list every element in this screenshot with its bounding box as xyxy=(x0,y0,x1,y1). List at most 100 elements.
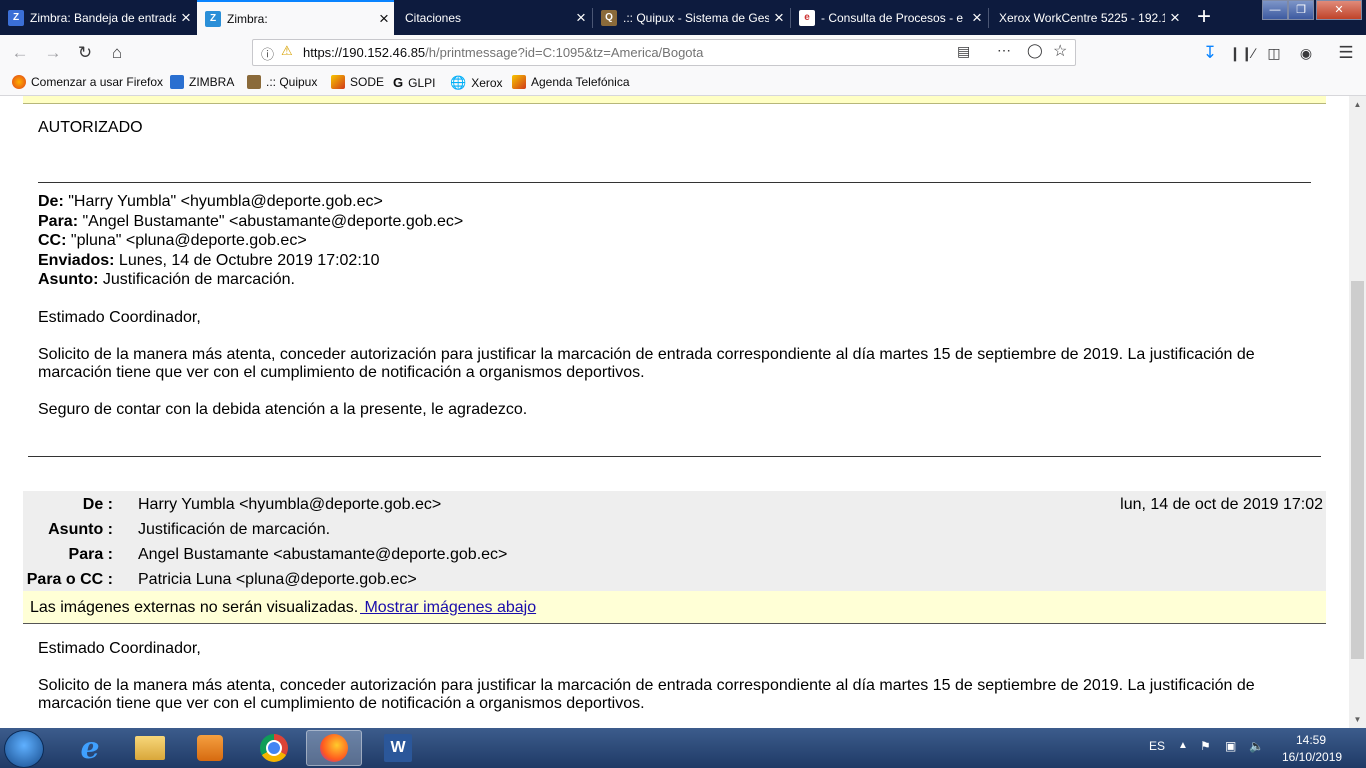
sode-icon xyxy=(331,75,345,89)
minimize-button[interactable]: — xyxy=(1262,0,1288,20)
bookmark-sode[interactable]: SODE xyxy=(331,75,384,89)
url-path: /h/printmessage?id=C:1095&tz=America/Bog… xyxy=(425,45,704,60)
library-icon[interactable]: ❙❙∕ xyxy=(1229,41,1255,65)
close-tab-icon[interactable]: × xyxy=(176,8,196,28)
tab-quipux[interactable]: Q .:: Quipux - Sistema de Gestión × xyxy=(593,0,789,35)
windows-taskbar: e W ES ▲ ⚑ ▣ 🔈 14:59 16/10/2019 xyxy=(0,728,1366,768)
message-date: lun, 14 de oct de 2019 17:02 xyxy=(1120,496,1323,513)
quoted-from: De: "Harry Yumbla" <hyumbla@deporte.gob.… xyxy=(38,193,383,211)
download-icon[interactable]: ↧ xyxy=(1198,41,1222,65)
quote-divider xyxy=(38,182,1311,183)
home-icon[interactable]: ⌂ xyxy=(105,41,129,65)
start-button[interactable] xyxy=(4,730,44,768)
external-images-notice: Las imágenes externas no serán visualiza… xyxy=(23,591,1326,624)
volume-icon[interactable]: 🔈 xyxy=(1249,739,1264,753)
tab-zimbra-inbox[interactable]: Z Zimbra: Bandeja de entrada × xyxy=(0,0,196,35)
bookmark-zimbra[interactable]: ZIMBRA xyxy=(170,75,234,89)
clock-date[interactable]: 16/10/2019 xyxy=(1282,750,1342,764)
tab-zimbra-print[interactable]: Z Zimbra: × xyxy=(197,0,394,35)
close-window-button[interactable]: ✕ xyxy=(1316,0,1362,20)
scrollbar-thumb[interactable] xyxy=(1351,281,1364,659)
close-tab-icon[interactable]: × xyxy=(571,8,591,28)
tab-consulta[interactable]: e - Consulta de Procesos - e × xyxy=(791,0,987,35)
bookmark-label: Agenda Telefónica xyxy=(531,75,630,89)
quoted-subject-value: Justificación de marcación. xyxy=(102,271,295,288)
tab-title: - Consulta de Procesos - e xyxy=(821,10,964,25)
tab-title: Citaciones xyxy=(405,10,462,25)
bookmark-glpi[interactable]: G GLPI xyxy=(393,75,435,90)
quoted-sent-label: Enviados: xyxy=(38,252,115,269)
language-indicator[interactable]: ES xyxy=(1149,739,1165,753)
reply-text: AUTORIZADO xyxy=(38,119,143,136)
action-center-flag-icon[interactable]: ⚑ xyxy=(1200,739,1211,753)
new-tab-button[interactable]: + xyxy=(1190,0,1218,35)
tab-title: Zimbra: xyxy=(227,11,268,26)
subject-label: Asunto : xyxy=(48,521,113,538)
show-images-link[interactable]: Mostrar imágenes abajo xyxy=(360,599,536,617)
body-line1: Solicito de la manera más atenta, conced… xyxy=(38,677,1255,694)
network-icon[interactable]: ▣ xyxy=(1225,739,1236,753)
back-icon[interactable]: ← xyxy=(8,41,32,65)
maximize-button[interactable]: ❐ xyxy=(1288,0,1314,20)
word-icon[interactable]: W xyxy=(370,730,426,766)
close-tab-icon[interactable]: × xyxy=(374,9,394,29)
show-hidden-icons[interactable]: ▲ xyxy=(1178,740,1188,751)
reader-view-icon[interactable]: ▤ xyxy=(957,43,970,60)
quoted-greeting: Estimado Coordinador, xyxy=(38,309,201,326)
quipux-icon xyxy=(247,75,261,89)
bookmark-label: ZIMBRA xyxy=(189,75,235,89)
firefox-taskbar-icon[interactable] xyxy=(306,730,362,766)
quoted-body-line2: marcación tiene que ver con el cumplimie… xyxy=(38,364,645,381)
globe-icon: 🌐 xyxy=(450,75,467,90)
tab-title: Xerox WorkCentre 5225 - 192.1 xyxy=(999,10,1165,25)
close-tab-icon[interactable]: × xyxy=(769,8,789,28)
insecure-lock-icon[interactable]: ⚠ xyxy=(281,43,293,59)
bookmark-quipux[interactable]: .:: Quipux xyxy=(247,75,317,89)
message-divider xyxy=(28,456,1321,457)
quoted-closing: Seguro de contar con la debida atención … xyxy=(38,401,528,418)
quoted-cc-label: CC: xyxy=(38,232,67,249)
tab-citaciones[interactable]: Citaciones × xyxy=(395,0,591,35)
cc-value: Patricia Luna <pluna@deporte.gob.ec> xyxy=(138,571,417,588)
quoted-cc-value: "pluna" <pluna@deporte.gob.ec> xyxy=(70,232,307,249)
bookmark-xerox[interactable]: 🌐 Xerox xyxy=(450,75,503,91)
clock-time[interactable]: 14:59 xyxy=(1296,733,1326,747)
media-player-icon[interactable] xyxy=(182,730,238,766)
bookmark-star-icon[interactable]: ☆ xyxy=(1053,41,1067,61)
scroll-down-icon[interactable]: ▼ xyxy=(1349,711,1366,728)
close-tab-icon[interactable]: × xyxy=(1165,8,1185,28)
pocket-icon[interactable]: ◯ xyxy=(1027,42,1043,59)
forward-icon[interactable]: → xyxy=(41,41,65,65)
firefox-icon xyxy=(12,75,26,89)
reload-icon[interactable]: ↻ xyxy=(73,41,97,65)
zimbra-icon: Z xyxy=(205,10,221,27)
page-actions-icon[interactable]: ⋯ xyxy=(997,42,1011,59)
bookmark-comenzar[interactable]: Comenzar a usar Firefox xyxy=(12,75,163,89)
url-text[interactable]: https://190.152.46.85/h/printmessage?id=… xyxy=(303,45,703,60)
file-explorer-icon[interactable] xyxy=(122,730,178,766)
tab-xerox[interactable]: Xerox WorkCentre 5225 - 192.1 × xyxy=(989,0,1185,35)
glpi-icon: G xyxy=(393,75,404,90)
agenda-icon xyxy=(512,75,526,89)
info-icon[interactable]: ⓘ xyxy=(261,44,274,63)
url-host: https://190.152.46.85 xyxy=(303,45,426,60)
url-bar[interactable]: ⓘ ⚠ https://190.152.46.85/h/printmessage… xyxy=(252,39,1076,66)
quoted-to: Para: "Angel Bustamante" <abustamante@de… xyxy=(38,213,463,231)
zimbra-icon: Z xyxy=(8,9,24,26)
top-notice-strip xyxy=(23,96,1326,104)
bookmark-label: Comenzar a usar Firefox xyxy=(31,75,164,89)
quoted-to-label: Para: xyxy=(38,213,79,230)
close-tab-icon[interactable]: × xyxy=(967,8,987,28)
chrome-icon[interactable] xyxy=(246,730,302,766)
bookmark-agenda[interactable]: Agenda Telefónica xyxy=(512,75,630,89)
vertical-scrollbar[interactable]: ▲ ▼ xyxy=(1349,96,1366,728)
sidebar-icon[interactable]: ◫ xyxy=(1262,41,1286,65)
message-print-view: AUTORIZADO De: "Harry Yumbla" <hyumbla@d… xyxy=(0,96,1349,728)
internet-explorer-icon[interactable]: e xyxy=(62,730,118,766)
from-value: Harry Yumbla <hyumbla@deporte.gob.ec> xyxy=(138,496,442,513)
menu-icon[interactable]: ☰ xyxy=(1334,41,1358,65)
scroll-up-icon[interactable]: ▲ xyxy=(1349,96,1366,113)
to-label: Para : xyxy=(68,546,113,563)
sync-icon[interactable]: ◉ xyxy=(1294,41,1318,65)
quoted-cc: CC: "pluna" <pluna@deporte.gob.ec> xyxy=(38,232,307,250)
